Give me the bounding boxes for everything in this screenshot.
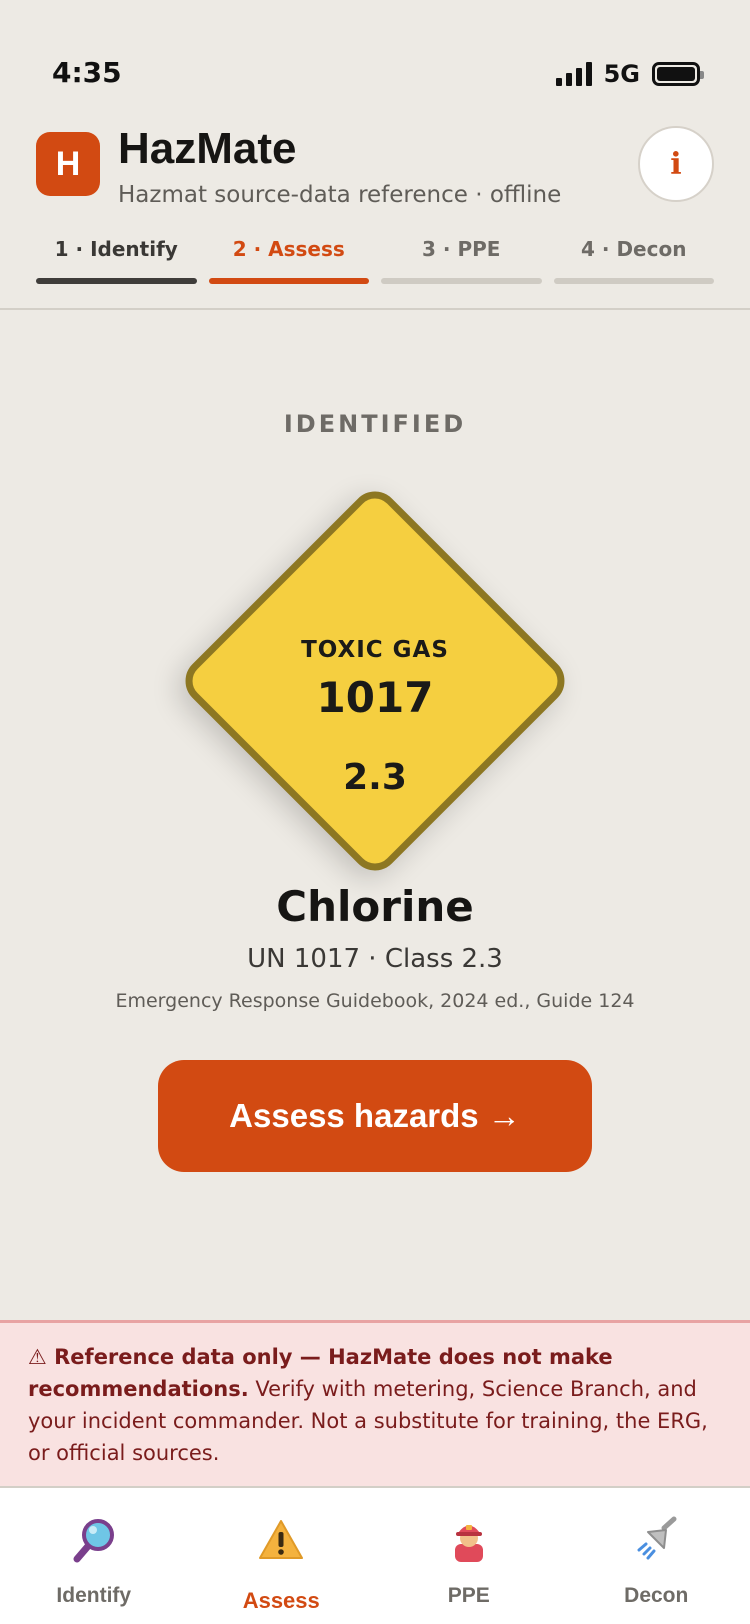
bottom-nav: Identify Assess PPE Decon bbox=[0, 1486, 750, 1624]
nav-identify[interactable]: Identify bbox=[0, 1488, 188, 1624]
chemical-id: UN 1017 · Class 2.3 bbox=[247, 944, 503, 974]
status-time: 4:35 bbox=[52, 56, 122, 89]
nav-label: Decon bbox=[624, 1584, 689, 1607]
signal-icon bbox=[555, 62, 592, 86]
nav-label: PPE bbox=[447, 1584, 490, 1607]
tab-label: 4 · Decon bbox=[581, 237, 687, 261]
nav-decon[interactable]: Decon bbox=[563, 1488, 750, 1624]
tab-progress-bar bbox=[553, 278, 714, 284]
placard-hazard-text: TOXIC GAS bbox=[301, 637, 449, 663]
placard-un-number: 1017 bbox=[316, 673, 434, 722]
chemical-name: Chlorine bbox=[276, 882, 474, 931]
tab-progress-bar bbox=[36, 278, 197, 284]
nav-label: Identify bbox=[56, 1584, 132, 1607]
firefighter-icon bbox=[454, 1525, 483, 1562]
chemical-source: Emergency Response Guidebook, 2024 ed., … bbox=[115, 990, 635, 1012]
nav-label: Assess bbox=[242, 1588, 320, 1613]
hazard-placard: TOXIC GAS 1017 2.3 bbox=[175, 481, 575, 881]
info-button[interactable]: i bbox=[638, 126, 714, 202]
nav-ppe[interactable]: PPE bbox=[375, 1488, 563, 1624]
tab-progress-bar bbox=[208, 278, 369, 284]
tab-label: 2 · Assess bbox=[232, 237, 345, 261]
placard-class: 2.3 bbox=[343, 757, 407, 798]
tab-progress-bar bbox=[381, 278, 542, 284]
battery-icon bbox=[652, 62, 704, 86]
header-divider bbox=[0, 308, 750, 310]
status-bar: 4:35 5G bbox=[0, 0, 750, 110]
tab-label: 1 · Identify bbox=[54, 237, 178, 261]
step-tabs: 1 · Identify 2 · Assess 3 · PPE 4 · Deco… bbox=[36, 236, 714, 284]
shower-icon bbox=[637, 1516, 677, 1560]
status-indicators: 5G bbox=[555, 60, 704, 88]
magnifier-icon bbox=[73, 1519, 114, 1563]
tab-assess[interactable]: 2 · Assess bbox=[208, 236, 369, 284]
section-label: IDENTIFIED bbox=[283, 410, 467, 438]
assess-hazards-button[interactable]: Assess hazards → bbox=[158, 1060, 592, 1172]
tab-label: 3 · PPE bbox=[422, 237, 501, 261]
warning-icon bbox=[259, 1520, 304, 1559]
nav-assess[interactable]: Assess bbox=[188, 1488, 376, 1624]
warning-icon: ⚠ bbox=[28, 1345, 47, 1369]
app-logo: H bbox=[36, 132, 100, 196]
network-label: 5G bbox=[603, 60, 640, 88]
info-icon: i bbox=[670, 146, 682, 182]
app-title: HazMate bbox=[118, 124, 297, 173]
disclaimer-banner: ⚠ Reference data only — HazMate does not… bbox=[0, 1320, 750, 1486]
tab-ppe[interactable]: 3 · PPE bbox=[381, 236, 542, 284]
tab-decon[interactable]: 4 · Decon bbox=[553, 236, 714, 284]
tab-identify[interactable]: 1 · Identify bbox=[36, 236, 197, 284]
app-subtitle: Hazmat source-data reference · offline bbox=[118, 182, 562, 208]
